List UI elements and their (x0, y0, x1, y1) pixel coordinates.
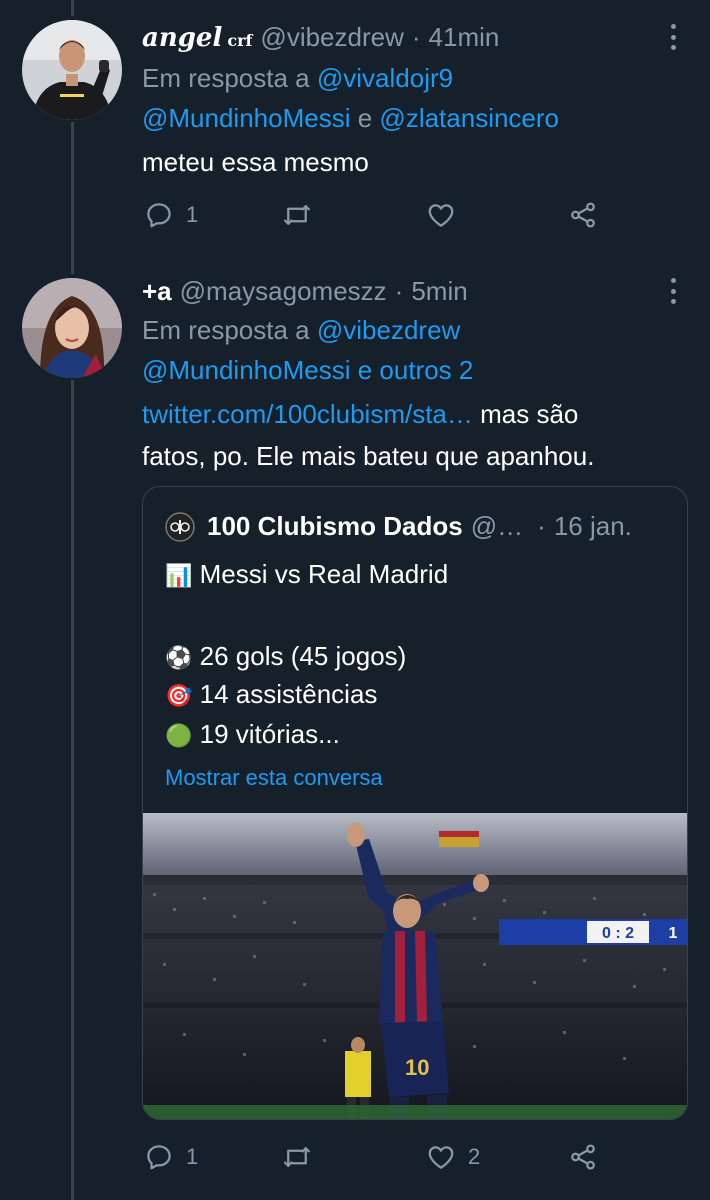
mention-link[interactable]: @MundinhoMessi (142, 355, 350, 385)
quote-text-line1: 📊 Messi vs Real Madrid (165, 559, 448, 590)
meta-separator: · (394, 276, 404, 306)
mention-link[interactable]: @vivaldojr9 (317, 63, 453, 93)
reply-context: Em resposta a @vivaldojr9 (142, 62, 453, 94)
show-thread-link[interactable]: Mostrar esta conversa (165, 765, 383, 791)
more-icon[interactable] (668, 24, 678, 50)
tweet-text: mas são (480, 399, 579, 429)
meta-separator: · (411, 22, 421, 52)
user-handle[interactable]: @maysagomeszz (180, 276, 387, 307)
quote-handle[interactable]: @… (471, 511, 523, 542)
mention-link[interactable]: @vibezdrew (317, 315, 460, 345)
reply-others-link[interactable]: e outros 2 (358, 355, 474, 385)
like-button[interactable]: 2 (426, 1142, 480, 1172)
share-button[interactable] (568, 1142, 598, 1172)
reply-icon (147, 203, 171, 228)
svg-text:10: 10 (405, 1055, 429, 1080)
retweet-button[interactable] (282, 200, 312, 230)
quote-text: 19 vitórias... (199, 719, 340, 749)
quoted-tweet-card[interactable]: 100 Clubismo Dados @… · 16 jan. 📊 Messi … (142, 486, 688, 1120)
share-icon (571, 202, 595, 228)
quote-text: 26 gols (45 jogos) (199, 641, 407, 671)
meta-separator: · (537, 511, 546, 541)
tweet-text: meteu essa mesmo (142, 147, 369, 177)
quote-text-line3: 🎯 14 assistências (165, 679, 377, 710)
timestamp[interactable]: 41min (429, 22, 500, 53)
reply-count: 1 (186, 202, 199, 227)
reply-conjunction: e (357, 103, 373, 133)
tweet-text-line1: twitter.com/100clubism/sta… mas são (142, 398, 578, 430)
green-circle-emoji: 🟢 (165, 723, 193, 748)
thread-line-bottom (71, 380, 74, 1200)
chart-emoji: 📊 (165, 563, 193, 588)
svg-text:1: 1 (669, 925, 678, 942)
quote-text: 14 assistências (199, 679, 378, 709)
reply-button[interactable]: 1 (144, 200, 198, 230)
tweet-header: +a @maysagomeszz · 5min (142, 276, 468, 307)
share-icon (571, 1144, 595, 1170)
quote-text-line4: 🟢 19 vitórias... (165, 719, 340, 750)
retweet-button[interactable] (282, 1142, 312, 1172)
display-name[interactable]: +a (142, 276, 172, 307)
reply-icon (147, 1145, 171, 1170)
like-button[interactable] (426, 200, 456, 230)
quote-header: 100 Clubismo Dados @… · 16 jan. (165, 511, 632, 542)
reply-context: Em resposta a @vibezdrew (142, 314, 460, 346)
like-icon (428, 204, 454, 227)
mention-link[interactable]: @MundinhoMessi (142, 103, 350, 133)
quote-text-line2: ⚽ 26 gols (45 jogos) (165, 641, 406, 672)
like-icon (428, 1146, 454, 1169)
retweet-icon (284, 1147, 310, 1167)
tweet-actions: 1 2 (142, 1142, 612, 1178)
share-button[interactable] (568, 200, 598, 230)
retweet-icon (284, 205, 310, 225)
user-handle[interactable]: @vibezdrew (260, 22, 403, 53)
reply-prefix: Em resposta a (142, 315, 310, 345)
more-icon[interactable] (668, 278, 678, 304)
quote-text: Messi vs Real Madrid (199, 559, 449, 589)
reply-prefix: Em resposta a (142, 63, 310, 93)
tweet-header: angel crf @vibezdrew · 41min (142, 22, 499, 53)
display-name-suffix: crf (227, 31, 253, 50)
thread-line-middle (71, 122, 74, 274)
tweet-actions: 1 (142, 200, 612, 236)
svg-text:0 : 2: 0 : 2 (602, 925, 634, 942)
quote-photo[interactable]: 0 : 2 1 10 (143, 813, 687, 1119)
tweet-text-line2: fatos, po. Ele mais bateu que apanhou. (142, 441, 595, 471)
thread-line-top (71, 0, 74, 16)
avatar-angel[interactable] (22, 20, 122, 120)
reply-count: 1 (186, 1144, 199, 1169)
quote-avatar[interactable] (165, 511, 195, 542)
target-emoji: 🎯 (165, 683, 193, 708)
quote-display-name[interactable]: 100 Clubismo Dados (207, 511, 463, 542)
display-name[interactable]: angel (142, 23, 222, 53)
avatar-maysa[interactable] (22, 278, 122, 378)
mention-link[interactable]: @zlatansincero (379, 103, 559, 133)
timestamp[interactable]: 5min (411, 276, 467, 307)
reply-context-line2: @MundinhoMessi e outros 2 (142, 354, 473, 386)
quote-timestamp[interactable]: 16 jan. (554, 511, 632, 542)
reply-button[interactable]: 1 (144, 1142, 198, 1172)
like-count: 2 (468, 1144, 481, 1169)
url-link[interactable]: twitter.com/100clubism/sta… (142, 399, 473, 429)
soccer-ball-emoji: ⚽ (165, 645, 193, 670)
reply-context-line2: @MundinhoMessi e @zlatansincero (142, 102, 559, 134)
